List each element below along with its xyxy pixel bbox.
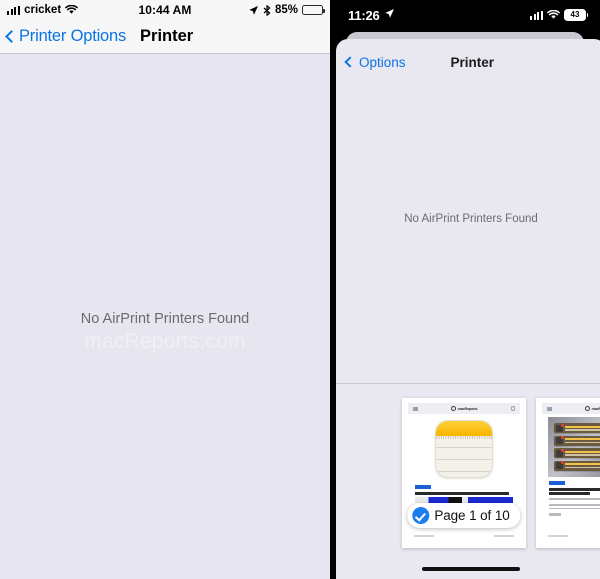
battery-level-label: 43 [570, 10, 580, 19]
site-name-label: macReports [457, 406, 478, 411]
site-logo: macReports [451, 406, 477, 411]
empty-state-message: No AirPrint Printers Found [404, 213, 538, 225]
back-button[interactable]: Options [344, 54, 406, 70]
location-arrow-icon [384, 6, 395, 24]
logo-mark-icon [585, 406, 591, 411]
right-phone-screen: 11:26 43 Options Printer No AirPrint Pri… [330, 0, 600, 579]
hamburger-menu-icon [547, 406, 552, 411]
page-preview-content: macReports [542, 403, 600, 542]
cellular-signal-icon [529, 10, 543, 20]
battery-percent-label: 85% [274, 4, 298, 16]
app-badge-icon [556, 436, 564, 445]
dual-phone-screenshot: cricket 10:44 AM 85% Printer Options Pri… [0, 0, 600, 579]
status-bar-time: 11:26 [348, 7, 380, 23]
right-printer-list-area: No AirPrint Printers Found [336, 85, 600, 383]
logo-mark-icon [451, 406, 457, 411]
page-preview-item[interactable]: macReports [402, 398, 526, 548]
notification-row [554, 448, 600, 459]
left-nav-bar: Printer Options Printer [0, 20, 330, 54]
right-nav-bar: Options Printer [336, 39, 600, 85]
preview-article-body [542, 477, 600, 517]
back-button-label: Printer Options [19, 27, 127, 45]
wifi-icon [547, 10, 560, 19]
preview-footer [548, 535, 600, 537]
checkmark-circle-icon [412, 507, 430, 524]
back-button[interactable]: Printer Options [5, 27, 126, 46]
page-title: Printer [140, 27, 194, 45]
category-tag [415, 485, 431, 489]
notification-row [554, 435, 600, 446]
notification-row [554, 423, 600, 434]
back-button-label: Options [359, 54, 406, 70]
search-icon [510, 406, 515, 411]
location-arrow-icon [249, 5, 258, 15]
hamburger-menu-icon [413, 406, 418, 411]
category-tag [549, 481, 565, 485]
left-phone-screen: cricket 10:44 AM 85% Printer Options Pri… [0, 0, 330, 579]
home-indicator[interactable] [422, 566, 520, 571]
chevron-left-icon [5, 30, 18, 43]
preview-site-header: macReports [408, 403, 520, 414]
preview-site-header: macReports [542, 403, 600, 414]
battery-icon: 43 [564, 9, 589, 21]
right-status-bar: 11:26 43 [330, 0, 600, 34]
notes-app-icon [435, 420, 493, 478]
notification-row [554, 460, 600, 471]
app-badge-icon [556, 423, 564, 432]
site-logo: macReports [585, 406, 600, 411]
page-number-badge[interactable]: Page 1 of 10 [407, 503, 521, 528]
page-number-label: Page 1 of 10 [434, 508, 510, 523]
status-bar-right-group: 43 [529, 9, 589, 21]
site-name-label: macReports [591, 406, 600, 411]
app-badge-icon [556, 448, 564, 457]
left-printer-list-area: macReports.com No AirPrint Printers Foun… [0, 54, 330, 579]
left-status-bar: cricket 10:44 AM 85% [0, 0, 330, 20]
chevron-left-icon [344, 56, 356, 68]
status-bar-right-group: 85% [248, 4, 326, 16]
empty-state-message: No AirPrint Printers Found [80, 311, 250, 327]
page-title: Printer [450, 54, 495, 70]
battery-icon [302, 5, 326, 15]
page-preview-item[interactable]: macReports [536, 398, 600, 548]
preview-footer [414, 535, 514, 537]
app-badge-icon [556, 461, 564, 470]
preview-hero-image [408, 414, 520, 481]
bluetooth-icon [263, 4, 271, 16]
page-preview-list: macReports Page 1 of 10 mac [336, 384, 600, 548]
printer-sheet: Options Printer No AirPrint Printers Fou… [336, 39, 600, 579]
watermark: macReports.com [84, 330, 246, 353]
preview-hero-image [548, 417, 600, 477]
